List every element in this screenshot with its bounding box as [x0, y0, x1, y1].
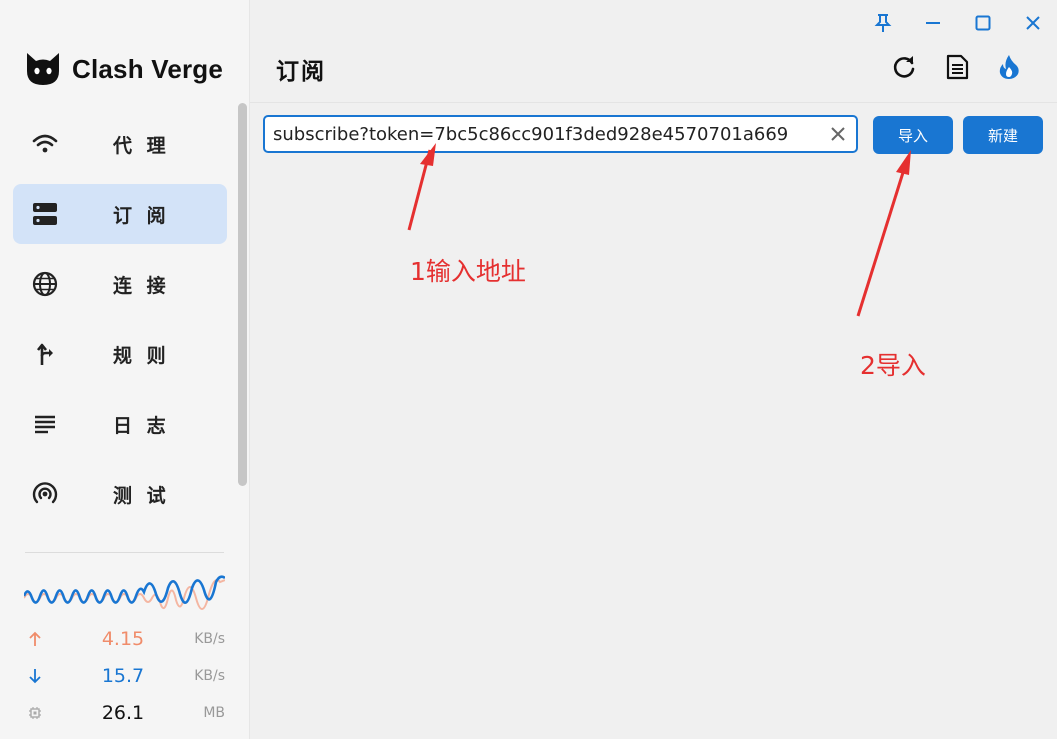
step1-annotation: 1输入地址 — [410, 257, 526, 286]
import-button[interactable]: 导入 — [873, 116, 953, 154]
radar-icon — [32, 482, 58, 504]
refresh-button[interactable] — [887, 50, 921, 84]
clear-icon[interactable] — [827, 123, 849, 145]
arrow-to-input — [407, 149, 432, 231]
list-icon — [35, 415, 55, 434]
globe-icon — [32, 271, 58, 297]
pin-button[interactable] — [868, 8, 898, 38]
document-icon — [946, 54, 969, 80]
download-speed-row: 15.7 KB/s — [24, 665, 225, 689]
sidebar-nav: 代 理 订 阅 连 接 规 则 日 志 测 试 — [13, 114, 227, 534]
app-logo: Clash Verge — [24, 50, 223, 88]
memory-chip-icon — [29, 707, 41, 719]
close-icon — [1026, 16, 1040, 30]
arrow-up-icon — [29, 631, 41, 646]
subscription-url-field[interactable] — [263, 115, 858, 153]
sidebar: Clash Verge 代 理 订 阅 连 接 规 则 日 志 测 试 4.15… — [0, 0, 250, 739]
maximize-button[interactable] — [968, 8, 998, 38]
fire-icon — [999, 55, 1019, 79]
sidebar-item-test[interactable]: 测 试 — [13, 464, 227, 524]
app-name: Clash Verge — [72, 53, 224, 84]
new-button[interactable]: 新建 — [963, 116, 1043, 154]
traffic-graph — [24, 575, 225, 610]
subscription-url-input[interactable] — [273, 119, 821, 149]
upload-speed-unit: KB/s — [194, 631, 225, 647]
sidebar-item-label: 测 试 — [113, 484, 170, 507]
arrow-down-icon — [29, 669, 41, 684]
memory-value: 26.1 — [101, 702, 145, 724]
sidebar-item-label: 连 接 — [113, 274, 170, 297]
sidebar-item-label: 订 阅 — [113, 204, 170, 227]
download-speed-value: 15.7 — [101, 665, 145, 687]
upload-speed-row: 4.15 KB/s — [24, 628, 225, 652]
close-button[interactable] — [1018, 8, 1048, 38]
header-divider — [250, 102, 1057, 103]
edit-config-button[interactable] — [940, 50, 974, 84]
sidebar-scrollbar[interactable] — [238, 103, 247, 486]
step2-annotation: 2导入 — [860, 351, 926, 380]
page-title: 订阅 — [276, 59, 326, 85]
pin-icon — [874, 14, 892, 32]
route-icon — [36, 343, 53, 365]
sidebar-item-label: 日 志 — [113, 414, 170, 437]
sidebar-item-subscription[interactable]: 订 阅 — [13, 184, 227, 244]
sidebar-item-rules[interactable]: 规 则 — [13, 324, 227, 384]
sidebar-item-label: 规 则 — [113, 344, 170, 367]
sidebar-item-connections[interactable]: 连 接 — [13, 254, 227, 314]
minimize-icon — [926, 22, 940, 24]
server-icon — [33, 203, 57, 225]
sidebar-item-logs[interactable]: 日 志 — [13, 394, 227, 454]
cat-logo-icon — [27, 53, 59, 85]
download-speed-unit: KB/s — [194, 668, 225, 684]
maximize-icon — [975, 15, 991, 31]
arrow-to-import — [856, 162, 908, 317]
minimize-button[interactable] — [918, 8, 948, 38]
memory-unit: MB — [203, 705, 225, 721]
memory-row: 26.1 MB — [24, 702, 225, 726]
sidebar-item-label: 代 理 — [113, 134, 170, 157]
upload-speed-value: 4.15 — [101, 628, 145, 650]
sidebar-divider — [25, 552, 224, 553]
refresh-icon — [893, 56, 915, 78]
fire-button[interactable] — [992, 50, 1026, 84]
sidebar-item-proxy[interactable]: 代 理 — [13, 114, 227, 174]
wifi-icon — [32, 134, 58, 153]
